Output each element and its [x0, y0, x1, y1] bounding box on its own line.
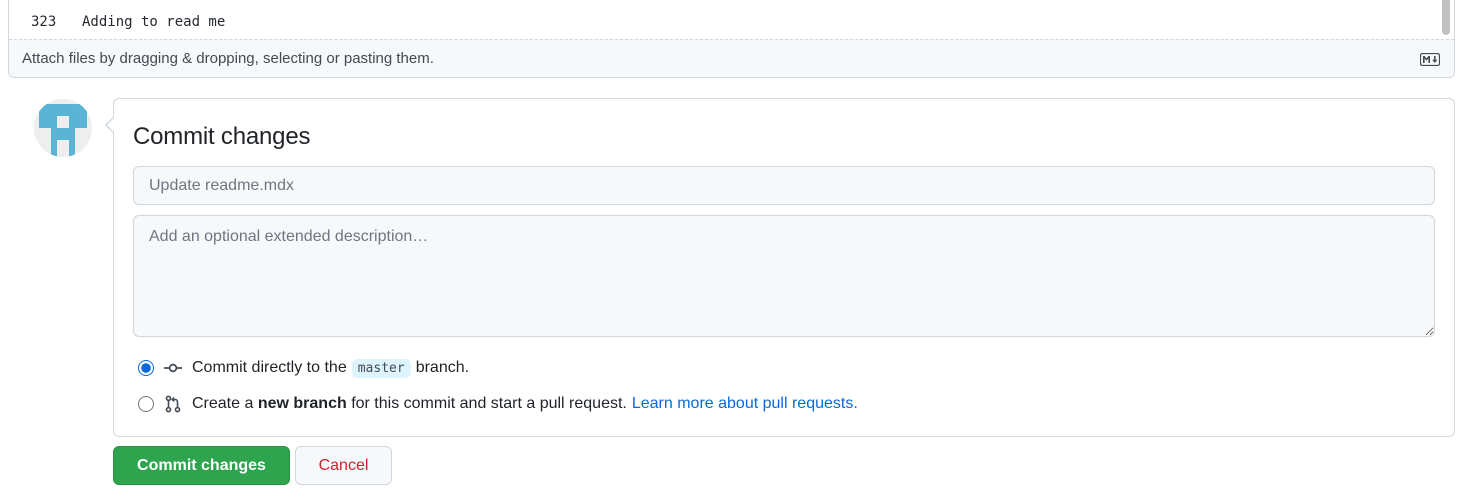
- commit-direct-option[interactable]: Commit directly to the master branch.: [138, 357, 469, 379]
- git-commit-icon: [164, 363, 182, 373]
- git-pull-request-icon: [165, 395, 181, 413]
- commit-title: Commit changes: [133, 123, 311, 150]
- commit-summary-input[interactable]: [133, 166, 1435, 205]
- cancel-button[interactable]: Cancel: [295, 446, 392, 485]
- commit-changes-box: Commit changes Commit directly to the ma…: [105, 98, 1455, 437]
- editor-scrollbar[interactable]: [1442, 0, 1450, 35]
- commit-direct-suffix: branch.: [415, 359, 470, 376]
- new-branch-suffix: for this commit and start a pull request…: [351, 395, 627, 412]
- new-branch-prefix: Create a: [192, 395, 254, 412]
- attach-files-bar[interactable]: Attach files by dragging & dropping, sel…: [9, 39, 1454, 77]
- line-number: 322: [31, 0, 56, 2]
- attach-files-text: Attach files by dragging & dropping, sel…: [22, 50, 434, 67]
- new-branch-option[interactable]: Create a new branch for this commit and …: [138, 393, 858, 415]
- new-branch-bold: new branch: [257, 395, 347, 412]
- line-number: 323: [31, 14, 57, 30]
- commit-changes-button[interactable]: Commit changes: [113, 446, 290, 485]
- file-editor: 322 323 Adding to read me Attach files b…: [8, 0, 1455, 78]
- code-editor-area[interactable]: 322 323 Adding to read me: [9, 0, 1454, 39]
- learn-more-pull-requests-link[interactable]: Learn more about pull requests.: [632, 395, 858, 413]
- markdown-icon: [1420, 53, 1440, 66]
- commit-description-field[interactable]: [133, 215, 1435, 337]
- avatar[interactable]: [34, 99, 92, 157]
- identicon-icon: [34, 99, 92, 157]
- speech-caret-fill: [107, 117, 115, 133]
- new-branch-radio[interactable]: [138, 396, 154, 412]
- commit-direct-prefix: Commit directly to the: [192, 359, 347, 376]
- branch-name-badge: master: [351, 358, 411, 378]
- line-text: Adding to read me: [82, 14, 226, 30]
- commit-direct-radio[interactable]: [138, 360, 154, 376]
